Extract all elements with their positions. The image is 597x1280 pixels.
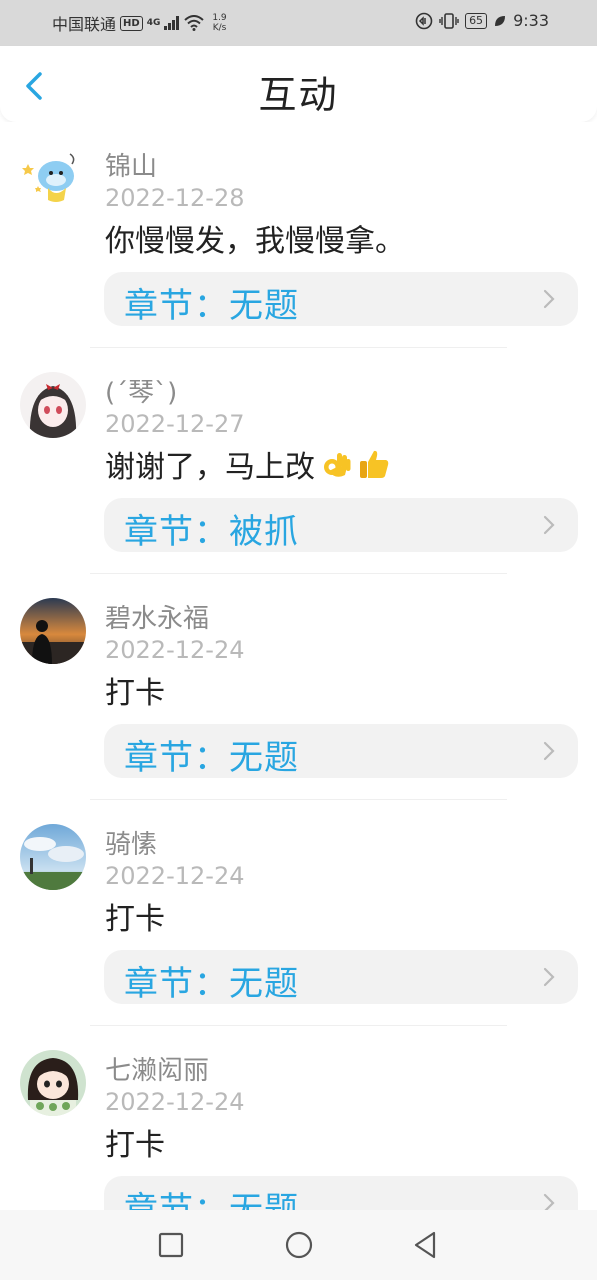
chapter-label: 章节：无题 (124, 286, 299, 326)
carrier-label: 中国联通 (52, 15, 117, 34)
comment-text: 打卡 (105, 894, 165, 938)
commenter-name[interactable]: (ˊ琴ˋ) (105, 372, 177, 409)
speed-unit: K/s (212, 23, 227, 33)
comment-item: 七濑闳丽 2022-12-24 打卡 章节：无题 (0, 1026, 597, 1210)
cartoon-cow-avatar[interactable] (20, 146, 86, 212)
home-icon[interactable] (282, 1228, 316, 1262)
commenter-name[interactable]: 锦山 (105, 146, 157, 183)
comment-item: 锦山 2022-12-28 你慢慢发，我慢慢拿。 章节：无题 (0, 122, 597, 348)
comment-text-body: 谢谢了，马上改 (105, 450, 315, 485)
vibrate-icon (439, 12, 459, 29)
commenter-name[interactable]: 七濑闳丽 (105, 1050, 209, 1087)
ok-hand-emoji (324, 453, 351, 477)
network-speed: 1.9 K/s (212, 13, 226, 33)
wifi-icon (184, 15, 205, 31)
status-right: 65 9:33 (415, 11, 549, 30)
comment-text-body: 你慢慢发，我慢慢拿。 (105, 224, 405, 259)
sky-landscape-avatar[interactable] (20, 824, 86, 890)
status-left: 中国联通 HD 4G 1.9 K/s (52, 11, 227, 35)
comment-text-body: 打卡 (105, 902, 165, 937)
commenter-name[interactable]: 碧水永福 (105, 598, 209, 635)
comment-list[interactable]: 锦山 2022-12-28 你慢慢发，我慢慢拿。 章节：无题 (ˊ琴ˋ) 202… (0, 122, 597, 1210)
comment-text: 打卡 (105, 668, 165, 712)
comment-date: 2022-12-24 (105, 862, 245, 890)
anime-girl-avatar[interactable] (20, 372, 86, 438)
network-type: 4G (146, 18, 161, 28)
leaf-icon (495, 15, 506, 26)
comment-text: 你慢慢发，我慢慢拿。 (105, 216, 405, 260)
chapter-label: 章节：无题 (124, 964, 299, 1004)
speed-value: 1.9 (212, 13, 227, 23)
comment-date: 2022-12-24 (105, 1088, 245, 1116)
chapter-label: 章节：被抓 (124, 512, 299, 552)
chevron-right-icon (543, 515, 555, 535)
top-app-bar: 互动 (0, 46, 597, 122)
thumbs-up-emoji (360, 450, 389, 478)
comment-text-body: 打卡 (105, 676, 165, 711)
comment-text: 谢谢了，马上改 (105, 442, 391, 486)
recent-apps-icon[interactable] (154, 1228, 188, 1262)
system-navigation-bar (0, 1210, 597, 1280)
chapter-link[interactable]: 章节：无题 (104, 272, 578, 326)
eye-comfort-icon (415, 12, 433, 29)
chibi-girl-avatar[interactable] (20, 1050, 86, 1116)
page-title: 互动 (258, 73, 339, 117)
chapter-label: 章节：无题 (124, 738, 299, 778)
sunset-silhouette-avatar[interactable] (20, 598, 86, 664)
comment-text: 打卡 (105, 1120, 165, 1164)
hd-badge: HD (120, 15, 143, 31)
battery-indicator: 65 (465, 12, 488, 29)
comment-item: (ˊ琴ˋ) 2022-12-27 谢谢了，马上改 章节：被抓 (0, 348, 597, 574)
comment-date: 2022-12-28 (105, 184, 245, 212)
chapter-link[interactable]: 章节：被抓 (104, 498, 578, 552)
chevron-right-icon (543, 967, 555, 987)
chapter-link[interactable]: 章节：无题 (104, 1176, 578, 1210)
chapter-label: 章节：无题 (124, 1190, 299, 1210)
back-triangle-icon[interactable] (408, 1228, 442, 1262)
signal-icon (164, 16, 180, 30)
commenter-name[interactable]: 骑愫 (105, 824, 157, 861)
chevron-right-icon (543, 289, 555, 309)
comment-item: 碧水永福 2022-12-24 打卡 章节：无题 (0, 574, 597, 800)
comment-text-body: 打卡 (105, 1128, 165, 1163)
chevron-right-icon (543, 741, 555, 761)
comment-date: 2022-12-27 (105, 410, 245, 438)
chapter-link[interactable]: 章节：无题 (104, 724, 578, 778)
clock: 9:33 (513, 11, 549, 30)
comment-date: 2022-12-24 (105, 636, 245, 664)
comment-item: 骑愫 2022-12-24 打卡 章节：无题 (0, 800, 597, 1026)
status-bar: 中国联通 HD 4G 1.9 K/s 65 9:33 (0, 0, 597, 46)
chapter-link[interactable]: 章节：无题 (104, 950, 578, 1004)
chevron-right-icon (543, 1193, 555, 1210)
